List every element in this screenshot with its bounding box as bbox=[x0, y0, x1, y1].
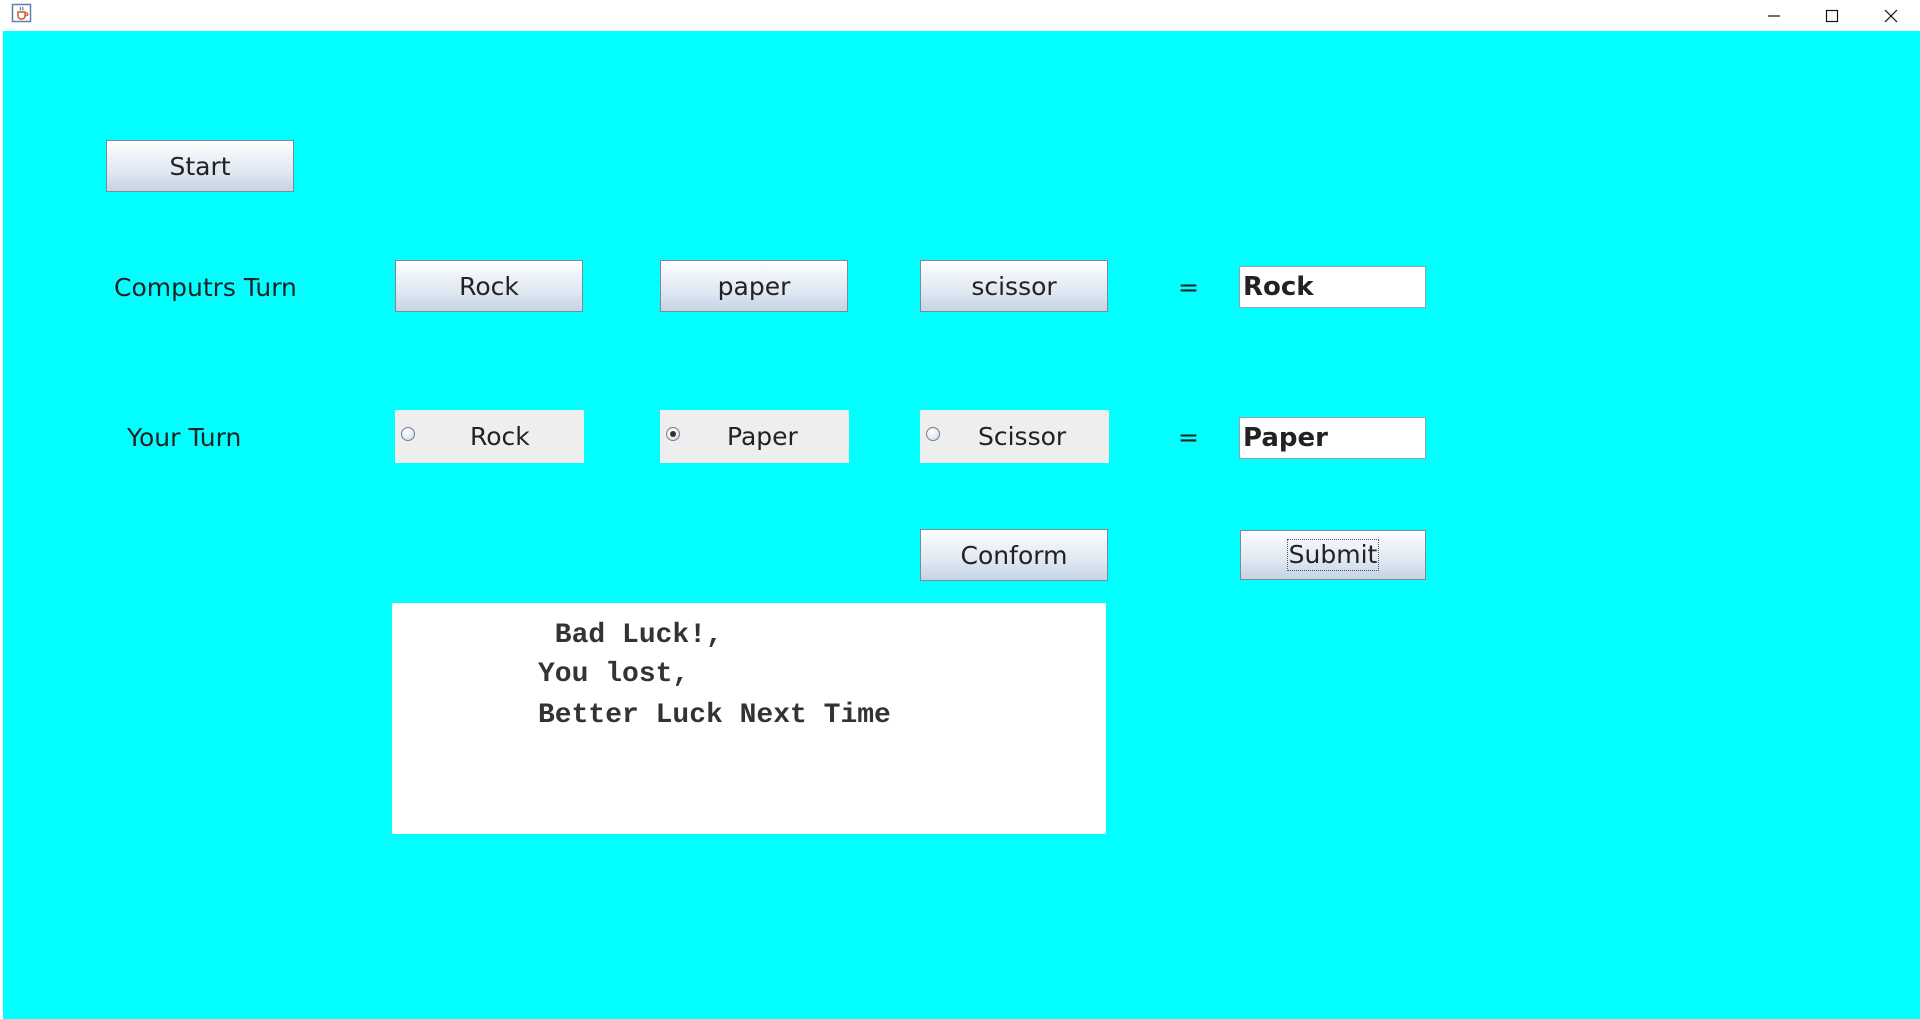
message-line-3: Better Luck Next Time bbox=[538, 700, 891, 731]
computer-rock-button[interactable]: Rock bbox=[395, 260, 583, 312]
player-choice-field[interactable]: Paper bbox=[1239, 417, 1426, 459]
minimize-icon[interactable] bbox=[1745, 0, 1803, 31]
message-line-1: Bad Luck!, bbox=[538, 620, 723, 651]
paper-radio[interactable]: Paper bbox=[660, 410, 849, 463]
message-line-2: You lost, bbox=[538, 659, 690, 690]
player-equals-sign: = bbox=[1178, 423, 1199, 452]
radio-unselected-icon bbox=[926, 427, 940, 441]
computer-paper-button[interactable]: paper bbox=[660, 260, 848, 312]
java-app-icon bbox=[11, 3, 32, 23]
paper-radio-label: Paper bbox=[727, 422, 798, 451]
scissor-radio[interactable]: Scissor bbox=[920, 410, 1109, 463]
close-icon[interactable] bbox=[1862, 0, 1920, 31]
submit-button-label: Submit bbox=[1286, 539, 1380, 571]
computer-turn-label: Computrs Turn bbox=[114, 273, 297, 302]
rock-radio[interactable]: Rock bbox=[395, 410, 584, 463]
radio-selected-icon bbox=[666, 427, 680, 441]
title-bar bbox=[0, 0, 1920, 31]
computer-choice-field[interactable]: Rock bbox=[1239, 266, 1426, 308]
computer-equals-sign: = bbox=[1178, 273, 1199, 302]
computer-scissor-button[interactable]: scissor bbox=[920, 260, 1108, 312]
result-message-area[interactable]: Bad Luck!, You lost, Better Luck Next Ti… bbox=[392, 603, 1106, 834]
rock-radio-label: Rock bbox=[470, 422, 530, 451]
your-turn-label: Your Turn bbox=[127, 423, 242, 452]
app-window: Start Computrs Turn Rock paper scissor =… bbox=[0, 0, 1920, 1019]
scissor-radio-label: Scissor bbox=[978, 422, 1067, 451]
start-button[interactable]: Start bbox=[106, 140, 294, 192]
submit-button[interactable]: Submit bbox=[1240, 530, 1426, 580]
maximize-icon[interactable] bbox=[1803, 0, 1861, 31]
conform-button[interactable]: Conform bbox=[920, 529, 1108, 581]
radio-unselected-icon bbox=[401, 427, 415, 441]
